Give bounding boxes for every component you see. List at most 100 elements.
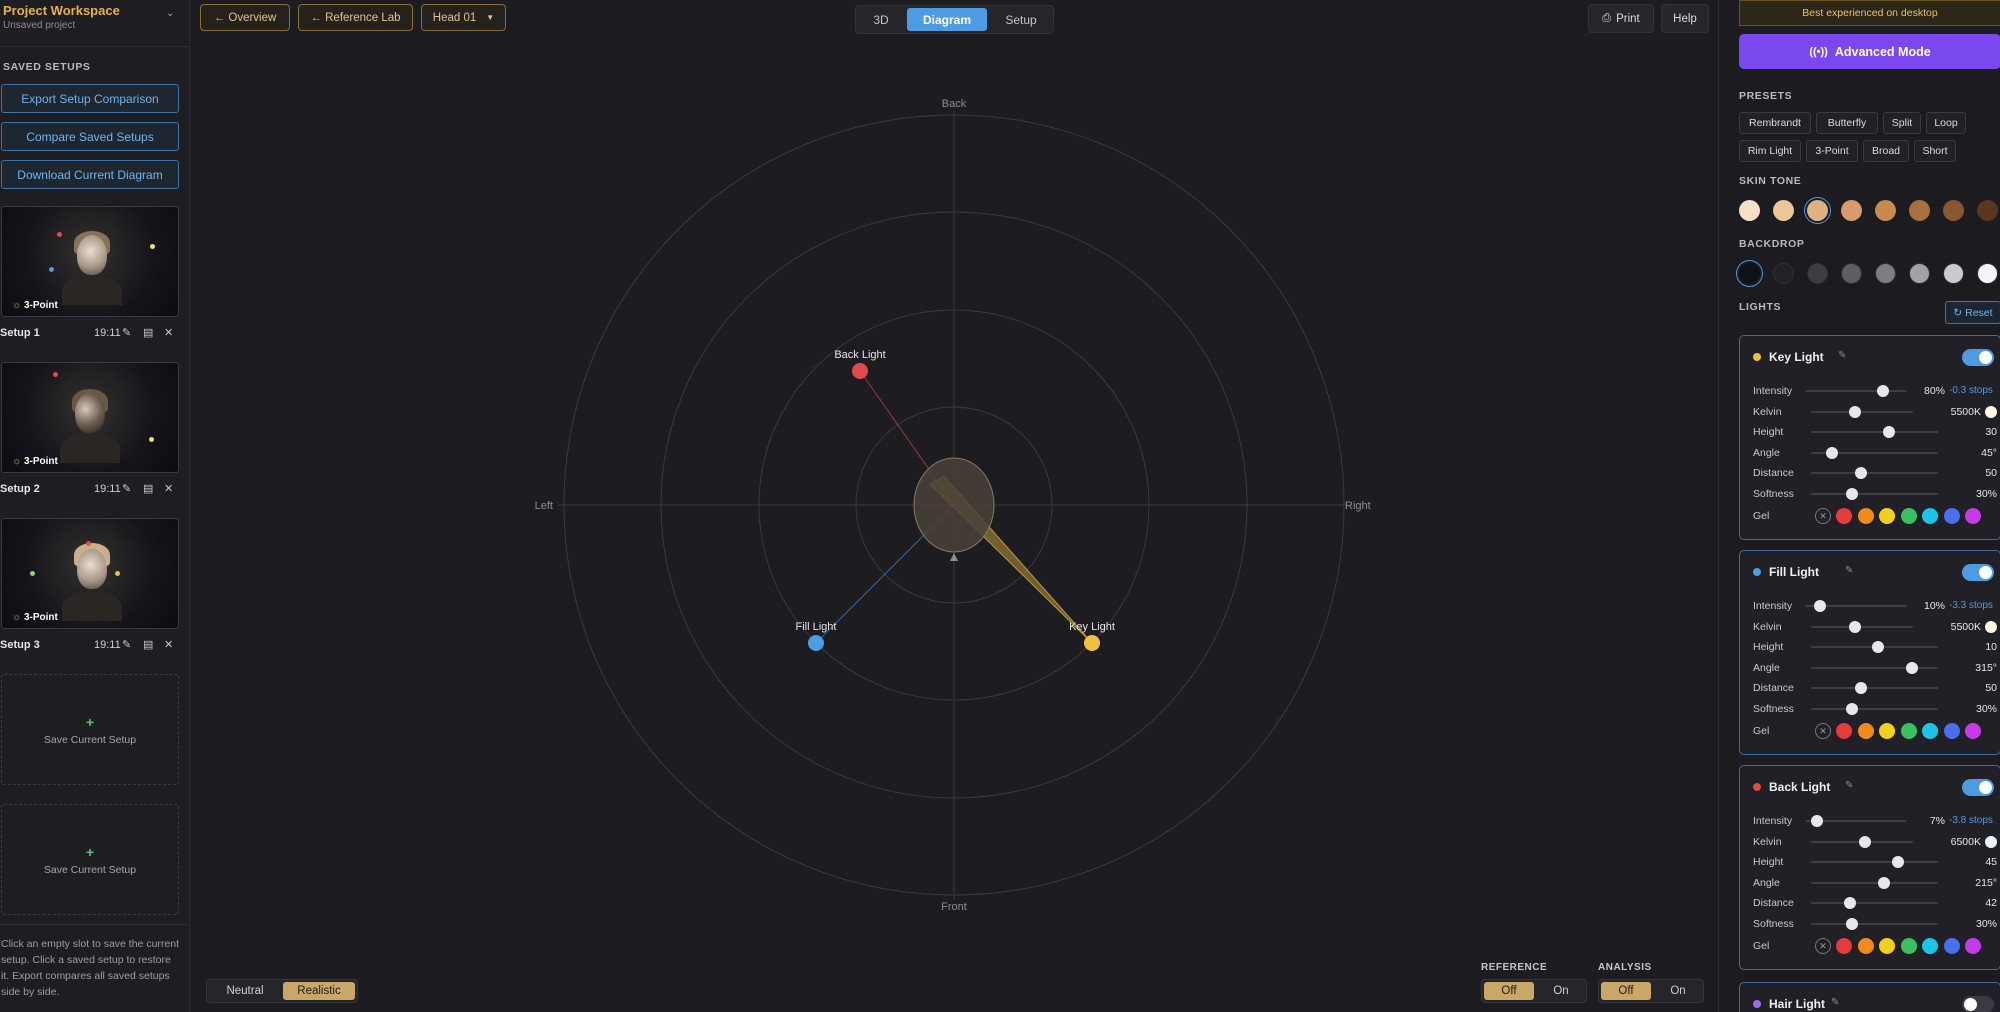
head-select[interactable]: Head 01 ▼ [421, 4, 506, 31]
reset-button[interactable]: ↻ Reset [1945, 301, 2000, 324]
edit-icon[interactable]: ✎ [122, 482, 131, 495]
no-gel-icon[interactable]: ✕ [1815, 938, 1831, 954]
help-button[interactable]: Help [1661, 4, 1709, 33]
gel-swatch[interactable] [1943, 723, 1960, 739]
setup-name[interactable]: Setup 1 [0, 327, 40, 339]
edit-icon[interactable]: ✎ [122, 638, 131, 651]
backdrop-swatch[interactable] [1875, 263, 1896, 284]
gel-swatch[interactable] [1922, 508, 1938, 524]
setup-thumbnail[interactable]: ☼ 3-Point [1, 206, 179, 317]
tab-setup[interactable]: Setup [990, 8, 1052, 31]
chevron-down-icon[interactable]: ⌄ [166, 8, 174, 19]
gel-swatch[interactable] [1922, 723, 1938, 739]
softness-slider-track[interactable] [1811, 493, 1938, 495]
height-slider-track[interactable] [1811, 431, 1938, 434]
preset-rim-light[interactable]: Rim Light [1739, 140, 1801, 162]
hair-light-toggle[interactable] [1962, 996, 1994, 1012]
skin-tone-swatch[interactable] [1773, 200, 1794, 221]
kelvin-slider-thumb[interactable] [1848, 620, 1861, 633]
kelvin-slider-thumb[interactable] [1858, 835, 1871, 848]
backdrop-swatch[interactable] [1807, 263, 1828, 284]
distance-slider-thumb[interactable] [1844, 897, 1857, 910]
distance-slider-thumb[interactable] [1854, 467, 1867, 480]
gel-swatch[interactable] [1857, 723, 1874, 739]
document-icon[interactable]: ▤ [143, 326, 153, 339]
backdrop-swatch[interactable] [1841, 263, 1862, 284]
document-icon[interactable]: ▤ [143, 638, 153, 651]
analysis-off[interactable]: Off [1601, 982, 1651, 1000]
preset-rembrandt[interactable]: Rembrandt [1739, 112, 1811, 134]
workspace-title[interactable]: Project Workspace [3, 3, 120, 18]
softness-slider-thumb[interactable] [1845, 918, 1858, 930]
tab-diagram[interactable]: Diagram [907, 8, 987, 31]
preset-short[interactable]: Short [1914, 140, 1956, 162]
edit-icon[interactable]: ✎ [1838, 350, 1846, 361]
backdrop-swatch[interactable] [1739, 263, 1760, 284]
height-slider-thumb[interactable] [1883, 426, 1896, 439]
document-icon[interactable]: ▤ [143, 482, 153, 495]
gel-swatch[interactable] [1836, 508, 1852, 524]
reference-lab-button[interactable]: ← Reference Lab [298, 4, 413, 31]
height-slider-track[interactable] [1811, 861, 1938, 864]
neutral-option[interactable]: Neutral [209, 982, 281, 1000]
intensity-slider-thumb[interactable] [1811, 815, 1824, 827]
angle-slider-thumb[interactable] [1825, 446, 1838, 459]
skin-tone-swatch[interactable] [1909, 200, 1930, 221]
reference-on[interactable]: On [1536, 982, 1586, 1000]
setup-name[interactable]: Setup 3 [0, 639, 40, 651]
gel-swatch[interactable] [1836, 938, 1852, 954]
backdrop-swatch[interactable] [1977, 263, 1998, 284]
gel-swatch[interactable] [1857, 938, 1874, 954]
kelvin-slider-track[interactable] [1811, 410, 1913, 413]
softness-slider-thumb[interactable] [1845, 488, 1858, 500]
skin-tone-swatch[interactable] [1875, 200, 1896, 221]
edit-icon[interactable]: ✎ [1845, 565, 1853, 576]
edit-icon[interactable]: ✎ [122, 326, 131, 339]
gel-swatch[interactable] [1965, 723, 1981, 739]
advanced-mode-button[interactable]: ((•)) Advanced Mode [1739, 34, 2000, 69]
backdrop-swatch[interactable] [1773, 263, 1794, 284]
tab-3d[interactable]: 3D [858, 8, 904, 31]
intensity-slider-thumb[interactable] [1877, 385, 1889, 397]
close-icon[interactable]: ✕ [164, 482, 173, 495]
height-slider-thumb[interactable] [1891, 856, 1904, 869]
angle-slider-thumb[interactable] [1877, 876, 1890, 889]
skin-tone-swatch[interactable] [1943, 200, 1964, 221]
preset-broad[interactable]: Broad [1863, 140, 1909, 162]
angle-slider-track[interactable] [1811, 881, 1938, 884]
edit-icon[interactable]: ✎ [1831, 997, 1839, 1008]
gel-swatch[interactable] [1943, 938, 1960, 954]
compare-setups-button[interactable]: Compare Saved Setups [1, 122, 179, 151]
skin-tone-swatch[interactable] [1841, 200, 1862, 221]
no-gel-icon[interactable]: ✕ [1815, 508, 1831, 524]
kelvin-slider-thumb[interactable] [1848, 405, 1861, 418]
overview-button[interactable]: ← Overview [200, 4, 290, 31]
gel-swatch[interactable] [1900, 508, 1917, 524]
preset-3-point[interactable]: 3-Point [1806, 140, 1858, 162]
softness-slider-track[interactable] [1811, 923, 1938, 925]
backdrop-swatch[interactable] [1943, 263, 1964, 284]
distance-slider-track[interactable] [1811, 902, 1938, 905]
analysis-on[interactable]: On [1653, 982, 1703, 1000]
gel-swatch[interactable] [1879, 508, 1895, 524]
setup-thumbnail[interactable]: ☼ 3-Point [1, 362, 179, 473]
preset-loop[interactable]: Loop [1926, 112, 1966, 134]
setup-name[interactable]: Setup 2 [0, 483, 40, 495]
key-light-toggle[interactable] [1962, 349, 1994, 366]
distance-slider-track[interactable] [1811, 687, 1938, 690]
angle-slider-track[interactable] [1811, 666, 1938, 669]
gel-swatch[interactable] [1943, 508, 1960, 524]
distance-slider-track[interactable] [1811, 472, 1938, 475]
download-diagram-button[interactable]: Download Current Diagram [1, 160, 179, 189]
key-light-marker[interactable] [1084, 635, 1100, 651]
gel-swatch[interactable] [1965, 508, 1981, 524]
no-gel-icon[interactable]: ✕ [1815, 723, 1831, 739]
setup-thumbnail[interactable]: ☼ 3-Point [1, 518, 179, 629]
gel-swatch[interactable] [1879, 938, 1895, 954]
angle-slider-thumb[interactable] [1906, 661, 1919, 674]
intensity-slider-track[interactable] [1805, 390, 1907, 392]
skin-tone-swatch[interactable] [1807, 200, 1828, 221]
intensity-slider-thumb[interactable] [1814, 600, 1826, 612]
softness-slider-thumb[interactable] [1845, 703, 1858, 715]
back-light-marker[interactable] [852, 363, 868, 379]
